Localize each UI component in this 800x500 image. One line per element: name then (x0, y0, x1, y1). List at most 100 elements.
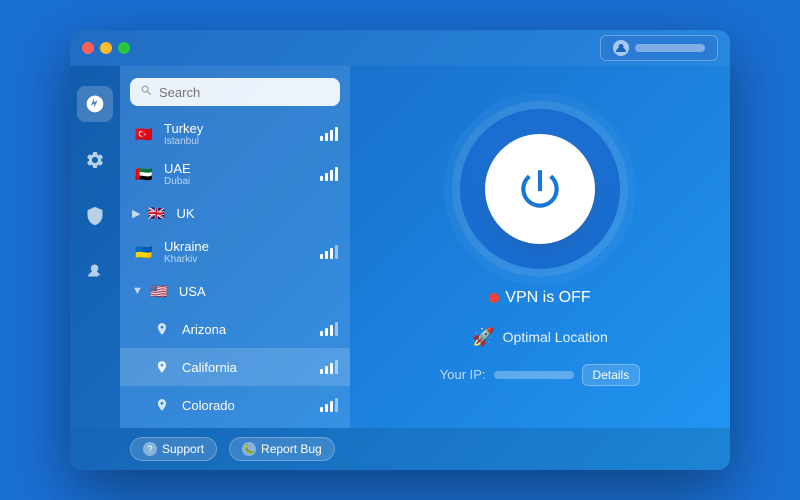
optimal-location: 🚀 Optimal Location (472, 327, 607, 348)
server-info-arizona: Arizona (182, 322, 314, 337)
list-item[interactable]: Arizona (120, 310, 350, 348)
main-content: 🇹🇷 Turkey Istanbul 🇦🇪 (70, 66, 730, 428)
sidebar-item-security[interactable] (77, 198, 113, 234)
list-item[interactable]: ▶ 🇬🇧 UK (120, 194, 350, 232)
minimize-button[interactable] (100, 42, 112, 54)
ip-value-masked (494, 371, 574, 379)
list-item[interactable]: 🇦🇪 UAE Dubai (120, 154, 350, 194)
bottom-bar: ? Support 🐛 Report Bug (70, 428, 730, 470)
bar (335, 127, 338, 141)
search-bar[interactable] (130, 78, 340, 106)
bar (320, 136, 323, 141)
bar (335, 245, 338, 259)
bar (330, 130, 333, 141)
report-label: Report Bug (261, 442, 322, 456)
location-pin-icon (150, 317, 174, 341)
bar (320, 407, 323, 412)
bar (325, 328, 328, 336)
maximize-button[interactable] (118, 42, 130, 54)
signal-bars (320, 322, 338, 336)
bar (335, 360, 338, 374)
signal-bars (320, 360, 338, 374)
bar (335, 322, 338, 336)
user-badge[interactable] (600, 35, 718, 61)
power-icon (515, 164, 565, 214)
support-label: Support (162, 442, 204, 456)
search-input[interactable] (159, 85, 330, 100)
sidebar-item-settings[interactable] (77, 142, 113, 178)
status-dot (489, 293, 499, 303)
server-info-turkey: Turkey Istanbul (164, 121, 314, 147)
optimal-location-text: Optimal Location (503, 329, 608, 345)
server-info-uae: UAE Dubai (164, 161, 314, 187)
report-bug-button[interactable]: 🐛 Report Bug (229, 437, 335, 461)
bar (320, 254, 323, 259)
list-item[interactable]: ▼ 🇺🇸 USA (120, 272, 350, 310)
server-info-uk: UK (176, 206, 338, 221)
search-icon (140, 84, 153, 100)
flag-uk: 🇬🇧 (144, 201, 168, 225)
list-item[interactable]: 🇹🇷 Turkey Istanbul (120, 114, 350, 154)
bar (320, 176, 323, 181)
vpn-status-text: VPN is OFF (505, 289, 590, 307)
user-icon (613, 40, 629, 56)
server-list-panel: 🇹🇷 Turkey Istanbul 🇦🇪 (120, 66, 350, 428)
traffic-lights (82, 42, 130, 54)
chevron-down-icon: ▼ (132, 285, 143, 297)
bar (325, 251, 328, 259)
bar (320, 331, 323, 336)
bar (330, 248, 333, 259)
server-info-colorado: Colorado (182, 398, 314, 413)
bar (335, 167, 338, 181)
bar (320, 369, 323, 374)
server-name: Turkey (164, 121, 314, 136)
server-name: Colorado (182, 398, 314, 413)
support-icon: ? (143, 442, 157, 456)
sidebar-item-speed[interactable] (77, 86, 113, 122)
server-name: California (182, 360, 314, 375)
signal-bars (320, 398, 338, 412)
support-button[interactable]: ? Support (130, 437, 217, 461)
right-panel: VPN is OFF 🚀 Optimal Location Your IP: D… (350, 66, 730, 428)
list-item[interactable]: California (120, 348, 350, 386)
bug-icon: 🐛 (242, 442, 256, 456)
flag-usa: 🇺🇸 (147, 279, 171, 303)
flag-uae: 🇦🇪 (132, 162, 156, 186)
bar (325, 173, 328, 181)
sidebar-item-adblock[interactable] (77, 254, 113, 290)
server-name: Ukraine (164, 239, 314, 254)
server-name: Arizona (182, 322, 314, 337)
server-info-california: California (182, 360, 314, 375)
bar (330, 170, 333, 181)
bar (325, 366, 328, 374)
power-button[interactable] (485, 134, 595, 244)
rocket-icon: 🚀 (472, 327, 494, 348)
details-button[interactable]: Details (582, 364, 641, 386)
app-window: 🇹🇷 Turkey Istanbul 🇦🇪 (70, 30, 730, 470)
ip-row: Your IP: Details (440, 364, 640, 386)
bar (330, 325, 333, 336)
user-name-masked (635, 44, 705, 52)
signal-bars (320, 127, 338, 141)
server-info-ukraine: Ukraine Kharkiv (164, 239, 314, 265)
ip-label: Your IP: (440, 367, 486, 382)
bar (335, 398, 338, 412)
server-city: Istanbul (164, 136, 314, 147)
flag-ukraine: 🇺🇦 (132, 240, 156, 264)
signal-bars (320, 167, 338, 181)
list-item[interactable]: 🇺🇦 Ukraine Kharkiv (120, 232, 350, 272)
title-bar-right (600, 35, 718, 61)
flag-turkey: 🇹🇷 (132, 122, 156, 146)
server-city: Kharkiv (164, 254, 314, 265)
chevron-right-icon: ▶ (132, 207, 140, 220)
bar (325, 404, 328, 412)
list-item[interactable]: Colorado (120, 386, 350, 424)
title-bar (70, 30, 730, 66)
server-list: 🇹🇷 Turkey Istanbul 🇦🇪 (120, 114, 350, 428)
signal-bars (320, 245, 338, 259)
close-button[interactable] (82, 42, 94, 54)
power-ring-outer (460, 109, 620, 269)
bar (330, 401, 333, 412)
server-city: Dubai (164, 176, 314, 187)
bar (325, 133, 328, 141)
